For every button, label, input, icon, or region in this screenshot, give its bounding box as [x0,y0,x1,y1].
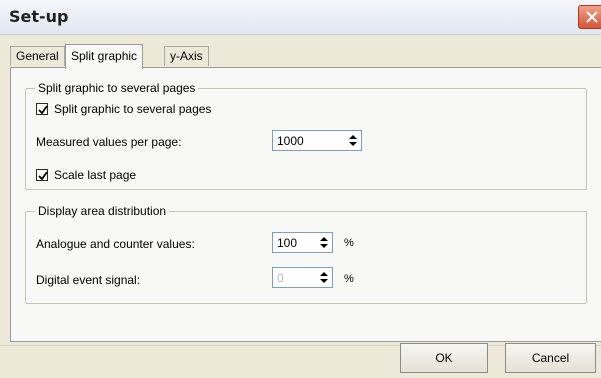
tab-panel: Split graphic to several pages Split gra… [10,67,601,342]
analogue-spinner[interactable]: 100 [272,232,333,253]
tab-y-axis[interactable]: y-Axis [164,46,209,66]
display-groupbox: Display area distribution Analogue and c… [25,204,587,304]
cancel-button-label: Cancel [531,351,570,365]
split-checkbox[interactable] [36,103,48,115]
scale-checkbox[interactable] [36,169,48,181]
split-checkbox-label: Split graphic to several pages [54,102,212,116]
checkmark-icon [38,171,48,181]
digital-spinner[interactable]: 0 [272,267,333,288]
tab-general[interactable]: General [10,46,65,66]
split-groupbox: Split graphic to several pages Split gra… [25,81,587,190]
scale-checkbox-label: Scale last page [54,168,137,182]
ok-button-label: OK [435,351,453,365]
spin-arrows-icon[interactable] [346,132,360,149]
analogue-label: Analogue and counter values: [36,237,195,251]
split-group-title: Split graphic to several pages [35,81,199,95]
cancel-button[interactable]: Cancel [505,343,596,373]
display-group-title: Display area distribution [35,204,170,218]
digital-value: 0 [277,271,284,285]
tab-strip: General Split graphic y-Axis [0,44,601,69]
tab-split-graphic-label: Split graphic [71,49,138,63]
digital-label: Digital event signal: [36,273,141,287]
tab-y-axis-label: y-Axis [170,49,203,63]
analogue-percent: % [344,237,354,249]
tab-split-graphic[interactable]: Split graphic [65,44,144,69]
checkmark-icon [38,105,48,115]
setup-dialog: Set-up General Split graphic y-Axis Spli… [0,0,601,378]
measured-values-value: 1000 [277,134,304,148]
ok-button[interactable]: OK [400,343,488,373]
window-title: Set-up [9,7,69,26]
close-icon [586,11,598,23]
spin-arrows-icon[interactable] [317,234,331,251]
measured-values-spinner[interactable]: 1000 [272,130,362,151]
digital-percent: % [344,273,354,285]
title-bar: Set-up [0,0,601,35]
close-button[interactable] [578,5,601,29]
measured-values-label: Measured values per page: [36,135,182,149]
analogue-value: 100 [277,236,298,250]
spin-arrows-icon[interactable] [317,269,331,286]
tab-general-label: General [16,49,59,63]
